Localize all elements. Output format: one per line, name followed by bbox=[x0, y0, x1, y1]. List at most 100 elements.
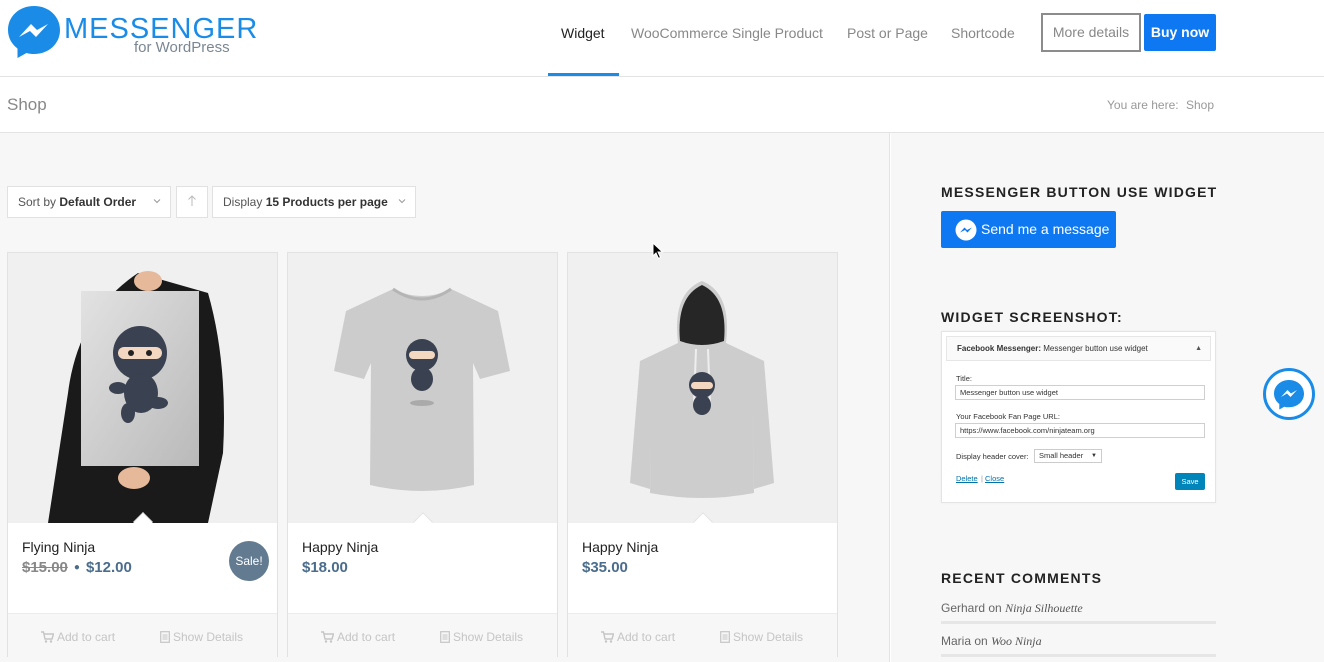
product-name[interactable]: Happy Ninja bbox=[582, 539, 658, 555]
recent-comment: Gerhard on Ninja Silhouette bbox=[941, 601, 1216, 615]
messenger-icon bbox=[1274, 380, 1304, 410]
product-image[interactable] bbox=[8, 253, 277, 523]
messenger-bubble-icon bbox=[8, 6, 60, 58]
messenger-logo[interactable]: MESSENGER for WordPress bbox=[6, 4, 257, 62]
display-prefix: Display bbox=[223, 195, 263, 209]
sidebar: MESSENGER BUTTON USE WIDGET Send me a me… bbox=[891, 133, 1324, 662]
breadcrumb-current[interactable]: Shop bbox=[1186, 98, 1214, 112]
url-field-label: Your Facebook Fan Page URL: bbox=[956, 412, 1060, 421]
poster-illustration bbox=[8, 253, 277, 523]
product-image[interactable] bbox=[288, 253, 557, 523]
show-details-button[interactable]: Show Details bbox=[160, 630, 243, 644]
product-actions: Add to cart Show Details bbox=[288, 613, 557, 657]
sale-badge: Sale! bbox=[229, 541, 269, 581]
add-to-cart-label: Add to cart bbox=[617, 630, 676, 644]
add-to-cart-button[interactable]: Add to cart bbox=[321, 630, 395, 644]
widget-screenshot: Facebook Messenger: Messenger button use… bbox=[941, 331, 1216, 503]
sale-price: $12.00 bbox=[85, 559, 132, 576]
arrow-up-icon bbox=[188, 195, 196, 206]
nav-post-or-page[interactable]: Post or Page bbox=[847, 24, 928, 42]
caret-up-icon: ▲ bbox=[1195, 345, 1202, 352]
document-icon bbox=[720, 631, 730, 643]
comment-author[interactable]: Gerhard bbox=[941, 601, 985, 615]
nav-shortcode[interactable]: Shortcode bbox=[951, 24, 1015, 42]
products-per-page-dropdown[interactable]: Display 15 Products per page bbox=[212, 186, 416, 218]
chevron-down-icon bbox=[153, 199, 161, 204]
buy-now-button[interactable]: Buy now bbox=[1144, 14, 1216, 51]
mouse-cursor-icon bbox=[652, 242, 664, 260]
logo-subtitle: for WordPress bbox=[134, 39, 230, 56]
product-card[interactable]: Happy Ninja $18.00 Add to cart Show Deta… bbox=[287, 252, 558, 657]
widget-bar-text: Messenger button use widget bbox=[1043, 344, 1148, 353]
show-details-label: Show Details bbox=[173, 630, 244, 644]
product-price: $35.00 bbox=[582, 559, 628, 576]
show-details-button[interactable]: Show Details bbox=[720, 630, 803, 644]
site-header: MESSENGER for WordPress Widget WooCommer… bbox=[0, 0, 1324, 77]
widget-title: MESSENGER BUTTON USE WIDGET bbox=[941, 184, 1218, 200]
cart-icon bbox=[601, 631, 615, 643]
comment-on: on bbox=[988, 601, 1002, 615]
page-title-bar: Shop You are here: Shop bbox=[0, 77, 1324, 133]
comment-post-link[interactable]: Ninja Silhouette bbox=[1005, 601, 1083, 615]
url-field: https://www.facebook.com/ninjateam.org bbox=[955, 423, 1205, 438]
save-button: Save bbox=[1175, 473, 1205, 490]
cover-select-value: Small header bbox=[1039, 451, 1084, 460]
widget-header-bar: Facebook Messenger: Messenger button use… bbox=[946, 336, 1211, 361]
dropdown-arrow-icon: ▼ bbox=[1091, 453, 1097, 459]
title-field-label: Title: bbox=[956, 374, 972, 383]
chevron-down-icon bbox=[398, 199, 406, 204]
close-link: Close bbox=[985, 474, 1005, 483]
add-to-cart-label: Add to cart bbox=[57, 630, 116, 644]
product-price: $18.00 bbox=[302, 559, 348, 576]
nav-widget[interactable]: Widget bbox=[561, 24, 605, 42]
comment-on: on bbox=[974, 634, 988, 648]
widget-screenshot-title: WIDGET SCREENSHOT: bbox=[941, 309, 1123, 325]
comment-post-link[interactable]: Woo Ninja bbox=[991, 634, 1042, 648]
send-message-label: Send me a message bbox=[981, 221, 1110, 237]
hoodie-illustration bbox=[568, 253, 837, 523]
product-actions: Add to cart Show Details bbox=[8, 613, 277, 657]
cover-field-label: Display header cover: bbox=[956, 452, 1029, 461]
send-message-button[interactable]: Send me a message bbox=[941, 211, 1116, 248]
product-price: $15.00 ● $12.00 bbox=[22, 559, 132, 577]
cart-icon bbox=[321, 631, 335, 643]
product-image[interactable] bbox=[568, 253, 837, 523]
messenger-icon bbox=[955, 219, 977, 241]
document-icon bbox=[440, 631, 450, 643]
recent-comments-title: RECENT COMMENTS bbox=[941, 570, 1103, 586]
show-details-button[interactable]: Show Details bbox=[440, 630, 523, 644]
widget-bar-bold: Facebook Messenger: bbox=[957, 344, 1042, 353]
show-details-label: Show Details bbox=[453, 630, 524, 644]
add-to-cart-label: Add to cart bbox=[337, 630, 396, 644]
messenger-chat-button[interactable] bbox=[1263, 368, 1315, 420]
product-card[interactable]: Happy Ninja $35.00 Add to cart Show Deta… bbox=[567, 252, 838, 657]
shop-content: Sort by Default Order Display 15 Product… bbox=[0, 133, 890, 662]
add-to-cart-button[interactable]: Add to cart bbox=[601, 630, 675, 644]
breadcrumb-prefix: You are here: bbox=[1107, 98, 1179, 112]
show-details-label: Show Details bbox=[733, 630, 804, 644]
old-price: $15.00 bbox=[22, 559, 68, 576]
display-value: 15 Products per page bbox=[265, 195, 388, 209]
more-details-button[interactable]: More details bbox=[1041, 13, 1141, 52]
nav-active-indicator bbox=[548, 73, 619, 76]
sort-prefix: Sort by bbox=[18, 195, 57, 209]
recent-comment: Maria on Woo Ninja bbox=[941, 634, 1216, 648]
sort-direction-button[interactable] bbox=[176, 186, 208, 218]
cover-select: Small header ▼ bbox=[1034, 449, 1102, 463]
page-title: Shop bbox=[7, 95, 47, 114]
product-actions: Add to cart Show Details bbox=[568, 613, 837, 657]
price-separator-dot: ● bbox=[73, 562, 80, 574]
product-card[interactable]: Flying Ninja $15.00 ● $12.00 Sale! Add to … bbox=[7, 252, 278, 657]
product-name[interactable]: Flying Ninja bbox=[22, 539, 95, 555]
cart-icon bbox=[41, 631, 55, 643]
sort-dropdown[interactable]: Sort by Default Order bbox=[7, 186, 171, 218]
delete-link: Delete bbox=[956, 474, 978, 483]
link-separator: | bbox=[981, 474, 983, 483]
comment-author[interactable]: Maria bbox=[941, 634, 971, 648]
add-to-cart-button[interactable]: Add to cart bbox=[41, 630, 115, 644]
nav-woocommerce-single-product[interactable]: WooCommerce Single Product bbox=[631, 24, 823, 42]
document-icon bbox=[160, 631, 170, 643]
divider bbox=[941, 654, 1216, 657]
product-name[interactable]: Happy Ninja bbox=[302, 539, 378, 555]
tshirt-illustration bbox=[288, 253, 557, 523]
